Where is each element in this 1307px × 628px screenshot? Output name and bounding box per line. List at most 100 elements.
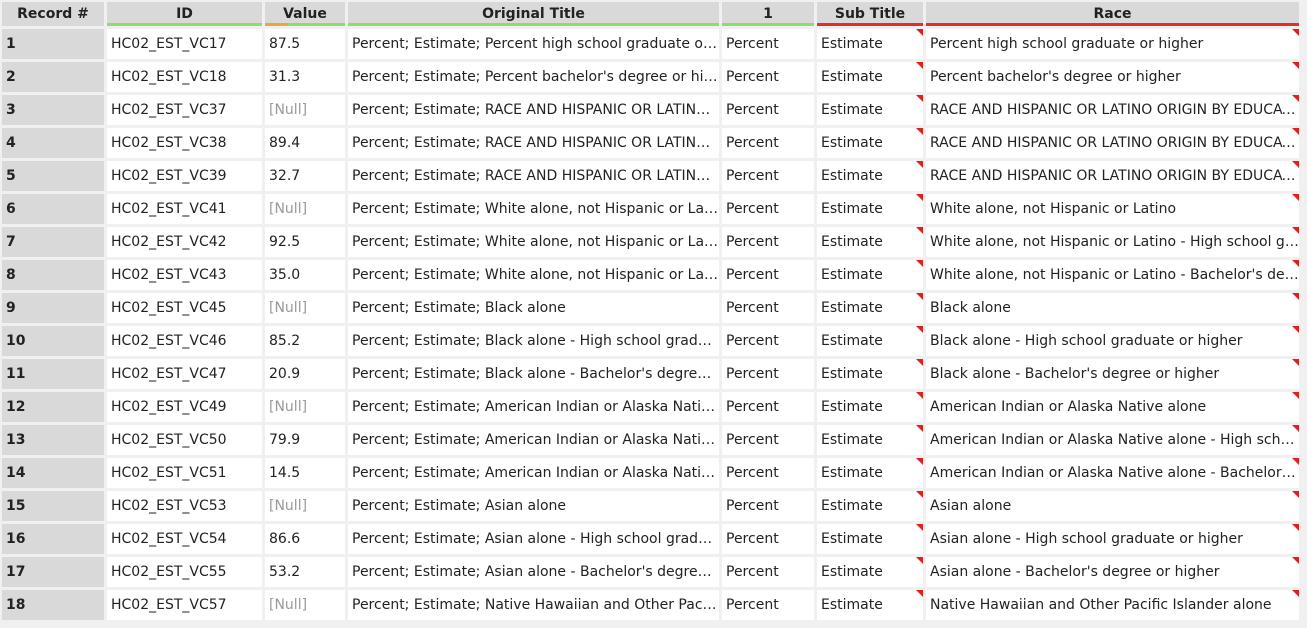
column-header-id[interactable]: ID	[107, 2, 262, 26]
unit-cell[interactable]: Percent	[722, 260, 814, 290]
column-header-original-title[interactable]: Original Title	[348, 2, 719, 26]
unit-cell[interactable]: Percent	[722, 293, 814, 323]
original-title-cell[interactable]: Percent; Estimate; Asian alone - High sc…	[348, 524, 719, 554]
race-cell[interactable]: RACE AND HISPANIC OR LATINO ORIGIN BY ED…	[926, 95, 1299, 125]
race-cell[interactable]: Asian alone	[926, 491, 1299, 521]
id-cell[interactable]: HC02_EST_VC18	[107, 62, 262, 92]
id-cell[interactable]: HC02_EST_VC51	[107, 458, 262, 488]
original-title-cell[interactable]: Percent; Estimate; Black alone	[348, 293, 719, 323]
column-header-record[interactable]: Record #	[2, 2, 104, 26]
column-header-1[interactable]: 1	[722, 2, 814, 26]
record-number[interactable]: 16	[2, 524, 104, 554]
sub-title-cell[interactable]: Estimate	[817, 260, 923, 290]
record-number[interactable]: 10	[2, 326, 104, 356]
record-number[interactable]: 6	[2, 194, 104, 224]
original-title-cell[interactable]: Percent; Estimate; RACE AND HISPANIC OR …	[348, 161, 719, 191]
value-cell[interactable]: [Null]	[265, 491, 345, 521]
record-number[interactable]: 12	[2, 392, 104, 422]
sub-title-cell[interactable]: Estimate	[817, 458, 923, 488]
unit-cell[interactable]: Percent	[722, 29, 814, 59]
original-title-cell[interactable]: Percent; Estimate; White alone, not Hisp…	[348, 227, 719, 257]
table-row[interactable]: 3 HC02_EST_VC37 [Null] Percent; Estimate; R…	[2, 95, 1299, 125]
race-cell[interactable]: Percent bachelor's degree or higher	[926, 62, 1299, 92]
sub-title-cell[interactable]: Estimate	[817, 62, 923, 92]
record-number[interactable]: 17	[2, 557, 104, 587]
value-cell[interactable]: 32.7	[265, 161, 345, 191]
original-title-cell[interactable]: Percent; Estimate; Black alone - High sc…	[348, 326, 719, 356]
race-cell[interactable]: White alone, not Hispanic or Latino - Hi…	[926, 227, 1299, 257]
value-cell[interactable]: [Null]	[265, 293, 345, 323]
race-cell[interactable]: Asian alone - Bachelor's degree or highe…	[926, 557, 1299, 587]
record-number[interactable]: 4	[2, 128, 104, 158]
sub-title-cell[interactable]: Estimate	[817, 425, 923, 455]
race-cell[interactable]: Black alone - Bachelor's degree or highe…	[926, 359, 1299, 389]
original-title-cell[interactable]: Percent; Estimate; Black alone - Bachelo…	[348, 359, 719, 389]
unit-cell[interactable]: Percent	[722, 458, 814, 488]
value-cell[interactable]: [Null]	[265, 590, 345, 620]
table-row[interactable]: 14 HC02_EST_VC51 14.5 Percent; Estimate; Am…	[2, 458, 1299, 488]
id-cell[interactable]: HC02_EST_VC45	[107, 293, 262, 323]
table-row[interactable]: 2 HC02_EST_VC18 31.3 Percent; Estimate; Per…	[2, 62, 1299, 92]
unit-cell[interactable]: Percent	[722, 392, 814, 422]
id-cell[interactable]: HC02_EST_VC38	[107, 128, 262, 158]
record-number[interactable]: 5	[2, 161, 104, 191]
race-cell[interactable]: Black alone	[926, 293, 1299, 323]
table-row[interactable]: 8 HC02_EST_VC43 35.0 Percent; Estimate; Whi…	[2, 260, 1299, 290]
race-cell[interactable]: Asian alone - High school graduate or hi…	[926, 524, 1299, 554]
record-number[interactable]: 13	[2, 425, 104, 455]
table-row[interactable]: 10 HC02_EST_VC46 85.2 Percent; Estimate; Bl…	[2, 326, 1299, 356]
sub-title-cell[interactable]: Estimate	[817, 95, 923, 125]
race-cell[interactable]: White alone, not Hispanic or Latino - Ba…	[926, 260, 1299, 290]
unit-cell[interactable]: Percent	[722, 491, 814, 521]
record-number[interactable]: 18	[2, 590, 104, 620]
value-cell[interactable]: 35.0	[265, 260, 345, 290]
value-cell[interactable]: [Null]	[265, 194, 345, 224]
id-cell[interactable]: HC02_EST_VC37	[107, 95, 262, 125]
original-title-cell[interactable]: Percent; Estimate; Asian alone - Bachelo…	[348, 557, 719, 587]
original-title-cell[interactable]: Percent; Estimate; Percent bachelor's de…	[348, 62, 719, 92]
id-cell[interactable]: HC02_EST_VC17	[107, 29, 262, 59]
original-title-cell[interactable]: Percent; Estimate; Percent high school g…	[348, 29, 719, 59]
unit-cell[interactable]: Percent	[722, 95, 814, 125]
race-cell[interactable]: American Indian or Alaska Native alone	[926, 392, 1299, 422]
unit-cell[interactable]: Percent	[722, 194, 814, 224]
original-title-cell[interactable]: Percent; Estimate; White alone, not Hisp…	[348, 194, 719, 224]
sub-title-cell[interactable]: Estimate	[817, 161, 923, 191]
table-row[interactable]: 17 HC02_EST_VC55 53.2 Percent; Estimate; As…	[2, 557, 1299, 587]
record-number[interactable]: 7	[2, 227, 104, 257]
original-title-cell[interactable]: Percent; Estimate; White alone, not Hisp…	[348, 260, 719, 290]
original-title-cell[interactable]: Percent; Estimate; RACE AND HISPANIC OR …	[348, 95, 719, 125]
unit-cell[interactable]: Percent	[722, 524, 814, 554]
unit-cell[interactable]: Percent	[722, 161, 814, 191]
table-row[interactable]: 15 HC02_EST_VC53 [Null] Percent; Estimate; …	[2, 491, 1299, 521]
id-cell[interactable]: HC02_EST_VC53	[107, 491, 262, 521]
sub-title-cell[interactable]: Estimate	[817, 293, 923, 323]
column-header-sub-title[interactable]: Sub Title	[817, 2, 923, 26]
id-cell[interactable]: HC02_EST_VC47	[107, 359, 262, 389]
value-cell[interactable]: 79.9	[265, 425, 345, 455]
value-cell[interactable]: 53.2	[265, 557, 345, 587]
table-row[interactable]: 11 HC02_EST_VC47 20.9 Percent; Estimate; Bl…	[2, 359, 1299, 389]
id-cell[interactable]: HC02_EST_VC42	[107, 227, 262, 257]
value-cell[interactable]: 85.2	[265, 326, 345, 356]
table-row[interactable]: 12 HC02_EST_VC49 [Null] Percent; Estimate; …	[2, 392, 1299, 422]
value-cell[interactable]: 20.9	[265, 359, 345, 389]
sub-title-cell[interactable]: Estimate	[817, 359, 923, 389]
table-row[interactable]: 13 HC02_EST_VC50 79.9 Percent; Estimate; Am…	[2, 425, 1299, 455]
table-row[interactable]: 16 HC02_EST_VC54 86.6 Percent; Estimate; As…	[2, 524, 1299, 554]
sub-title-cell[interactable]: Estimate	[817, 392, 923, 422]
value-cell[interactable]: 14.5	[265, 458, 345, 488]
record-number[interactable]: 9	[2, 293, 104, 323]
original-title-cell[interactable]: Percent; Estimate; Native Hawaiian and O…	[348, 590, 719, 620]
unit-cell[interactable]: Percent	[722, 62, 814, 92]
table-row[interactable]: 7 HC02_EST_VC42 92.5 Percent; Estimate; Whi…	[2, 227, 1299, 257]
sub-title-cell[interactable]: Estimate	[817, 227, 923, 257]
value-cell[interactable]: [Null]	[265, 95, 345, 125]
table-row[interactable]: 5 HC02_EST_VC39 32.7 Percent; Estimate; RAC…	[2, 161, 1299, 191]
column-header-value[interactable]: Value	[265, 2, 345, 26]
race-cell[interactable]: Black alone - High school graduate or hi…	[926, 326, 1299, 356]
original-title-cell[interactable]: Percent; Estimate; Asian alone	[348, 491, 719, 521]
record-number[interactable]: 8	[2, 260, 104, 290]
race-cell[interactable]: American Indian or Alaska Native alone -…	[926, 458, 1299, 488]
sub-title-cell[interactable]: Estimate	[817, 524, 923, 554]
